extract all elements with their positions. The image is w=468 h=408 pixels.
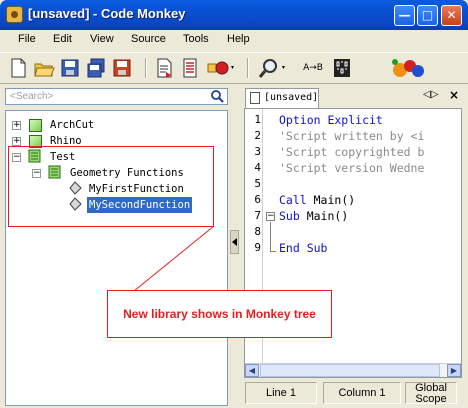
tab-navigation-arrows[interactable]: ◁▷	[423, 89, 438, 100]
status-line: Line 1	[245, 382, 317, 404]
save-all-icon	[87, 58, 105, 78]
line-number: 7	[254, 209, 261, 222]
scroll-left-icon[interactable]: ◀	[245, 364, 259, 377]
status-column: Column 1	[323, 382, 401, 404]
code-line-1: Option Explicit	[279, 113, 383, 127]
toolbar-separator	[145, 58, 147, 78]
search-box	[5, 88, 228, 105]
code-text: Main()	[299, 209, 349, 223]
save-all-button[interactable]	[85, 57, 107, 79]
open-folder-button[interactable]	[33, 57, 55, 79]
fold-guide-end	[270, 251, 276, 252]
run-script-button[interactable]	[205, 57, 237, 79]
save-as-button[interactable]	[111, 57, 133, 79]
code-text: Main()	[306, 193, 356, 207]
maximize-button[interactable]: □	[417, 5, 438, 26]
keyword-sub: Sub	[279, 209, 300, 223]
magnifier-icon	[258, 59, 285, 78]
open-folder-icon	[34, 63, 55, 77]
annotation-highlight-box	[8, 146, 214, 227]
annotation-callout: New library shows in Monkey tree	[107, 290, 332, 338]
code-line-9: End Sub	[279, 241, 328, 255]
colored-balls-icon	[392, 59, 424, 77]
new-file-icon	[11, 58, 26, 78]
status-bar: Line 1 Column 1 Global Scope	[241, 380, 468, 408]
document-icon	[250, 92, 260, 104]
record-run-icon	[207, 61, 234, 75]
fold-guide-line	[270, 222, 271, 252]
expand-icon[interactable]: +	[12, 137, 21, 146]
line-number: 6	[254, 193, 261, 206]
menu-view[interactable]: View	[90, 33, 114, 45]
library-icon	[29, 119, 42, 132]
status-scope-line-2: Scope	[415, 393, 447, 405]
code-line-4: 'Script version Wedne	[279, 161, 425, 175]
search-input[interactable]	[6, 89, 206, 104]
menu-source[interactable]: Source	[131, 33, 166, 45]
window-title: [unsaved] - Code Monkey	[28, 6, 186, 21]
replace-button[interactable]: A→B	[302, 57, 324, 79]
code-line-3: 'Script copyrighted b	[279, 145, 425, 159]
line-number: 4	[254, 161, 261, 174]
code-line-6: Call Main()	[279, 193, 355, 207]
scroll-right-icon[interactable]: ▶	[447, 364, 461, 377]
line-number: 2	[254, 129, 261, 142]
code-line-2: 'Script written by <i	[279, 129, 425, 143]
new-file-button[interactable]	[7, 57, 29, 79]
horizontal-scrollbar[interactable]: ◀ ▶	[245, 363, 461, 377]
splitter-collapse-handle[interactable]	[230, 230, 239, 254]
tree-item-archcut[interactable]: ArchCut	[50, 117, 94, 133]
monkey-app-icon	[6, 6, 23, 23]
binary-icon	[334, 59, 350, 77]
minimize-button[interactable]: —	[394, 5, 415, 26]
menu-bar: File Edit View Source Tools Help	[0, 30, 468, 50]
fold-collapse-icon[interactable]: −	[266, 212, 275, 221]
code-line-7: Sub Main()	[279, 209, 348, 223]
menu-help[interactable]: Help	[227, 33, 250, 45]
plugins-button[interactable]	[388, 57, 430, 79]
save-icon	[61, 59, 79, 77]
binary-view-button[interactable]	[331, 57, 353, 79]
status-scope: Global Scope	[405, 382, 457, 405]
toolbar-separator	[247, 58, 249, 78]
line-number: 1	[254, 113, 261, 126]
save-button[interactable]	[59, 57, 81, 79]
close-button[interactable]: ✕	[441, 5, 462, 26]
expand-icon[interactable]: +	[12, 121, 21, 130]
line-number: 8	[254, 225, 261, 238]
line-number: 3	[254, 145, 261, 158]
menu-tools[interactable]: Tools	[183, 33, 209, 45]
title-bar: [unsaved] - Code Monkey — □ ✕	[0, 0, 468, 30]
save-as-icon	[113, 59, 131, 77]
document-list-icon	[183, 58, 197, 78]
line-number: 9	[254, 241, 261, 254]
tab-unsaved[interactable]: [unsaved]	[245, 88, 319, 108]
editor-tab-bar: [unsaved] ◁▷ ×	[241, 86, 468, 108]
find-button[interactable]	[258, 57, 290, 79]
tab-close-icon[interactable]: ×	[449, 88, 459, 102]
minimize-icon: —	[398, 8, 411, 22]
maximize-icon: □	[421, 8, 434, 22]
document-run-icon	[157, 58, 172, 78]
document-run-button[interactable]	[153, 57, 175, 79]
menu-file[interactable]: File	[18, 33, 36, 45]
document-list-button[interactable]	[179, 57, 201, 79]
line-number: 5	[254, 177, 261, 190]
left-pane: + ArchCut + Rhino − Test − Geometry Func…	[0, 86, 229, 408]
tab-label: [unsaved]	[264, 92, 319, 103]
keyword-call: Call	[279, 193, 307, 207]
scrollbar-thumb[interactable]	[260, 364, 440, 377]
close-icon: ✕	[446, 8, 457, 22]
search-icon[interactable]	[210, 89, 225, 104]
toolbar: A→B	[0, 52, 468, 84]
menu-edit[interactable]: Edit	[53, 33, 72, 45]
